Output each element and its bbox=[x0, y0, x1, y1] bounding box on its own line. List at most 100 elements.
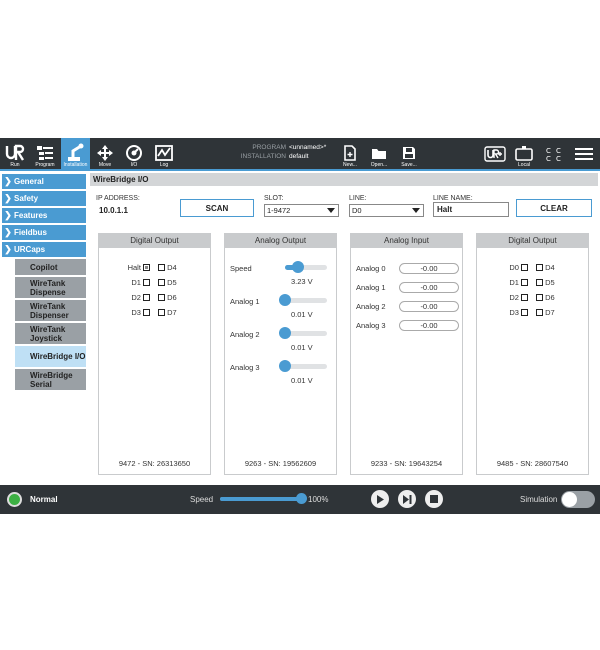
checkbox-d5[interactable] bbox=[158, 279, 165, 286]
play-button[interactable] bbox=[371, 490, 389, 508]
program-list-icon bbox=[37, 146, 53, 160]
slot-select[interactable]: 1-9472 bbox=[264, 204, 339, 217]
io-label: D7 bbox=[167, 308, 177, 317]
io-row-right: D4 bbox=[158, 263, 177, 272]
io-row-right: D6 bbox=[536, 293, 555, 302]
speed-slider-fill bbox=[220, 497, 302, 501]
sidebar-item-copilot[interactable]: Copilot bbox=[15, 259, 86, 275]
sidebar-item-fieldbus[interactable]: ❯ Fieldbus bbox=[2, 225, 86, 240]
checkbox-d6[interactable] bbox=[536, 294, 543, 301]
slider-knob[interactable] bbox=[279, 327, 291, 339]
checkbox-d5[interactable] bbox=[536, 279, 543, 286]
stop-button[interactable] bbox=[425, 490, 443, 508]
analog-in-label: Analog 0 bbox=[356, 264, 386, 273]
io-tab[interactable]: I/O bbox=[122, 138, 146, 169]
new-button[interactable]: New... bbox=[340, 138, 360, 169]
io-row-right: D7 bbox=[536, 308, 555, 317]
checkbox-d7[interactable] bbox=[158, 309, 165, 316]
checkbox-d1[interactable] bbox=[143, 279, 150, 286]
analog-out-slider[interactable] bbox=[285, 364, 327, 369]
run-tab[interactable]: Run bbox=[3, 138, 27, 169]
checkbox-d7[interactable] bbox=[536, 309, 543, 316]
checkbox-d6[interactable] bbox=[158, 294, 165, 301]
slot-selected-value: 1-9472 bbox=[267, 206, 291, 215]
sidebar-item-wiretank-dispense[interactable]: WireTank Dispense bbox=[15, 277, 86, 298]
cc-button[interactable]: CCCC bbox=[543, 138, 565, 169]
installation-tab[interactable]: Installation bbox=[61, 138, 90, 169]
line-label: LINE: bbox=[349, 195, 367, 202]
sidebar-item-wiretank-joystick[interactable]: WireTank Joystick bbox=[15, 323, 86, 344]
analog-out-label: Analog 1 bbox=[230, 297, 260, 306]
checkbox-d4[interactable] bbox=[158, 264, 165, 271]
io-row-left: D1 bbox=[131, 278, 150, 287]
analog-out-slider[interactable] bbox=[285, 298, 327, 303]
io-label: D5 bbox=[545, 278, 555, 287]
line-name-label: LINE NAME: bbox=[433, 195, 473, 202]
log-tab[interactable]: Log bbox=[152, 138, 176, 169]
sidebar-item-urcaps[interactable]: ❯ URCaps bbox=[2, 242, 86, 257]
sidebar-item-wiretank-dispenser[interactable]: WireTank Dispenser bbox=[15, 300, 86, 321]
slider-knob[interactable] bbox=[279, 360, 291, 372]
log-tab-label: Log bbox=[159, 162, 169, 168]
io-label: D4 bbox=[167, 263, 177, 272]
chevron-right-icon: ❯ bbox=[4, 193, 12, 203]
robot-arm-icon bbox=[67, 143, 83, 161]
checkbox-d2[interactable] bbox=[143, 294, 150, 301]
serial-number: 9263 - SN: 19562609 bbox=[244, 459, 317, 468]
move-tab[interactable]: Move bbox=[93, 138, 117, 169]
slider-knob[interactable] bbox=[279, 294, 291, 306]
checkbox-d1[interactable] bbox=[521, 279, 528, 286]
sidebar-item-wirebridge-io[interactable]: WireBridge I/O bbox=[15, 346, 86, 367]
io-row-right: D4 bbox=[536, 263, 555, 272]
analog-out-slider[interactable] bbox=[285, 331, 327, 336]
line-select[interactable]: D0 bbox=[349, 204, 424, 217]
panel-title: Analog Input bbox=[351, 234, 462, 248]
urcap-add-button[interactable] bbox=[483, 138, 507, 169]
analog-out-label: Analog 3 bbox=[230, 363, 260, 372]
caret-down-icon bbox=[412, 208, 420, 213]
io-label: D6 bbox=[167, 293, 177, 302]
simulation-toggle[interactable] bbox=[561, 491, 595, 508]
io-row-left: D1 bbox=[509, 278, 528, 287]
chevron-down-icon: ❯ bbox=[4, 244, 12, 254]
panel-title: Analog Output bbox=[225, 234, 336, 248]
status-led-icon[interactable] bbox=[7, 492, 22, 507]
sidebar-item-features[interactable]: ❯ Features bbox=[2, 208, 86, 223]
clear-button[interactable]: CLEAR bbox=[516, 199, 592, 217]
move-arrows-icon bbox=[97, 145, 113, 161]
checkbox-d4[interactable] bbox=[536, 264, 543, 271]
checkbox-d3[interactable] bbox=[143, 309, 150, 316]
io-row-left: D3 bbox=[131, 308, 150, 317]
new-button-label: New... bbox=[343, 162, 357, 168]
open-button[interactable]: Open... bbox=[368, 138, 390, 169]
analog-in-value: -0.00 bbox=[399, 320, 459, 331]
analog-out-label: Speed bbox=[230, 264, 252, 273]
checkbox-d0[interactable] bbox=[521, 264, 528, 271]
sidebar-item-safety[interactable]: ❯ Safety bbox=[2, 191, 86, 206]
checkbox-halt[interactable] bbox=[143, 264, 150, 271]
new-file-icon bbox=[344, 145, 356, 161]
io-label: D3 bbox=[509, 308, 519, 317]
ip-address-label: IP ADDRESS: bbox=[96, 195, 140, 202]
step-button[interactable] bbox=[398, 490, 416, 508]
hamburger-menu-button[interactable] bbox=[572, 138, 596, 169]
checkbox-d3[interactable] bbox=[521, 309, 528, 316]
toggle-knob bbox=[562, 492, 577, 507]
analog-in-value: -0.00 bbox=[399, 263, 459, 274]
sidebar-item-general[interactable]: ❯ General bbox=[2, 174, 86, 189]
speed-slider[interactable] bbox=[220, 497, 302, 501]
save-button[interactable]: Save... bbox=[398, 138, 420, 169]
sidebar-item-label: WireBridge Serial bbox=[30, 370, 73, 389]
ip-address-field[interactable]: 10.0.1.1 bbox=[95, 203, 175, 218]
analog-input-panel: Analog Input Analog 0 -0.00 Analog 1 -0.… bbox=[350, 233, 463, 475]
sidebar-item-wirebridge-serial[interactable]: WireBridge Serial bbox=[15, 369, 86, 390]
checkbox-d2[interactable] bbox=[521, 294, 528, 301]
save-button-label: Save... bbox=[401, 162, 417, 168]
line-name-input[interactable]: Halt bbox=[433, 202, 509, 217]
local-control-button[interactable]: Local bbox=[512, 138, 536, 169]
slider-knob[interactable] bbox=[291, 261, 304, 273]
sidebar-item-label: WireTank Dispenser bbox=[30, 301, 69, 320]
speed-slider-knob[interactable] bbox=[296, 493, 307, 504]
program-tab[interactable]: Program bbox=[30, 138, 60, 169]
scan-button[interactable]: SCAN bbox=[180, 199, 254, 217]
